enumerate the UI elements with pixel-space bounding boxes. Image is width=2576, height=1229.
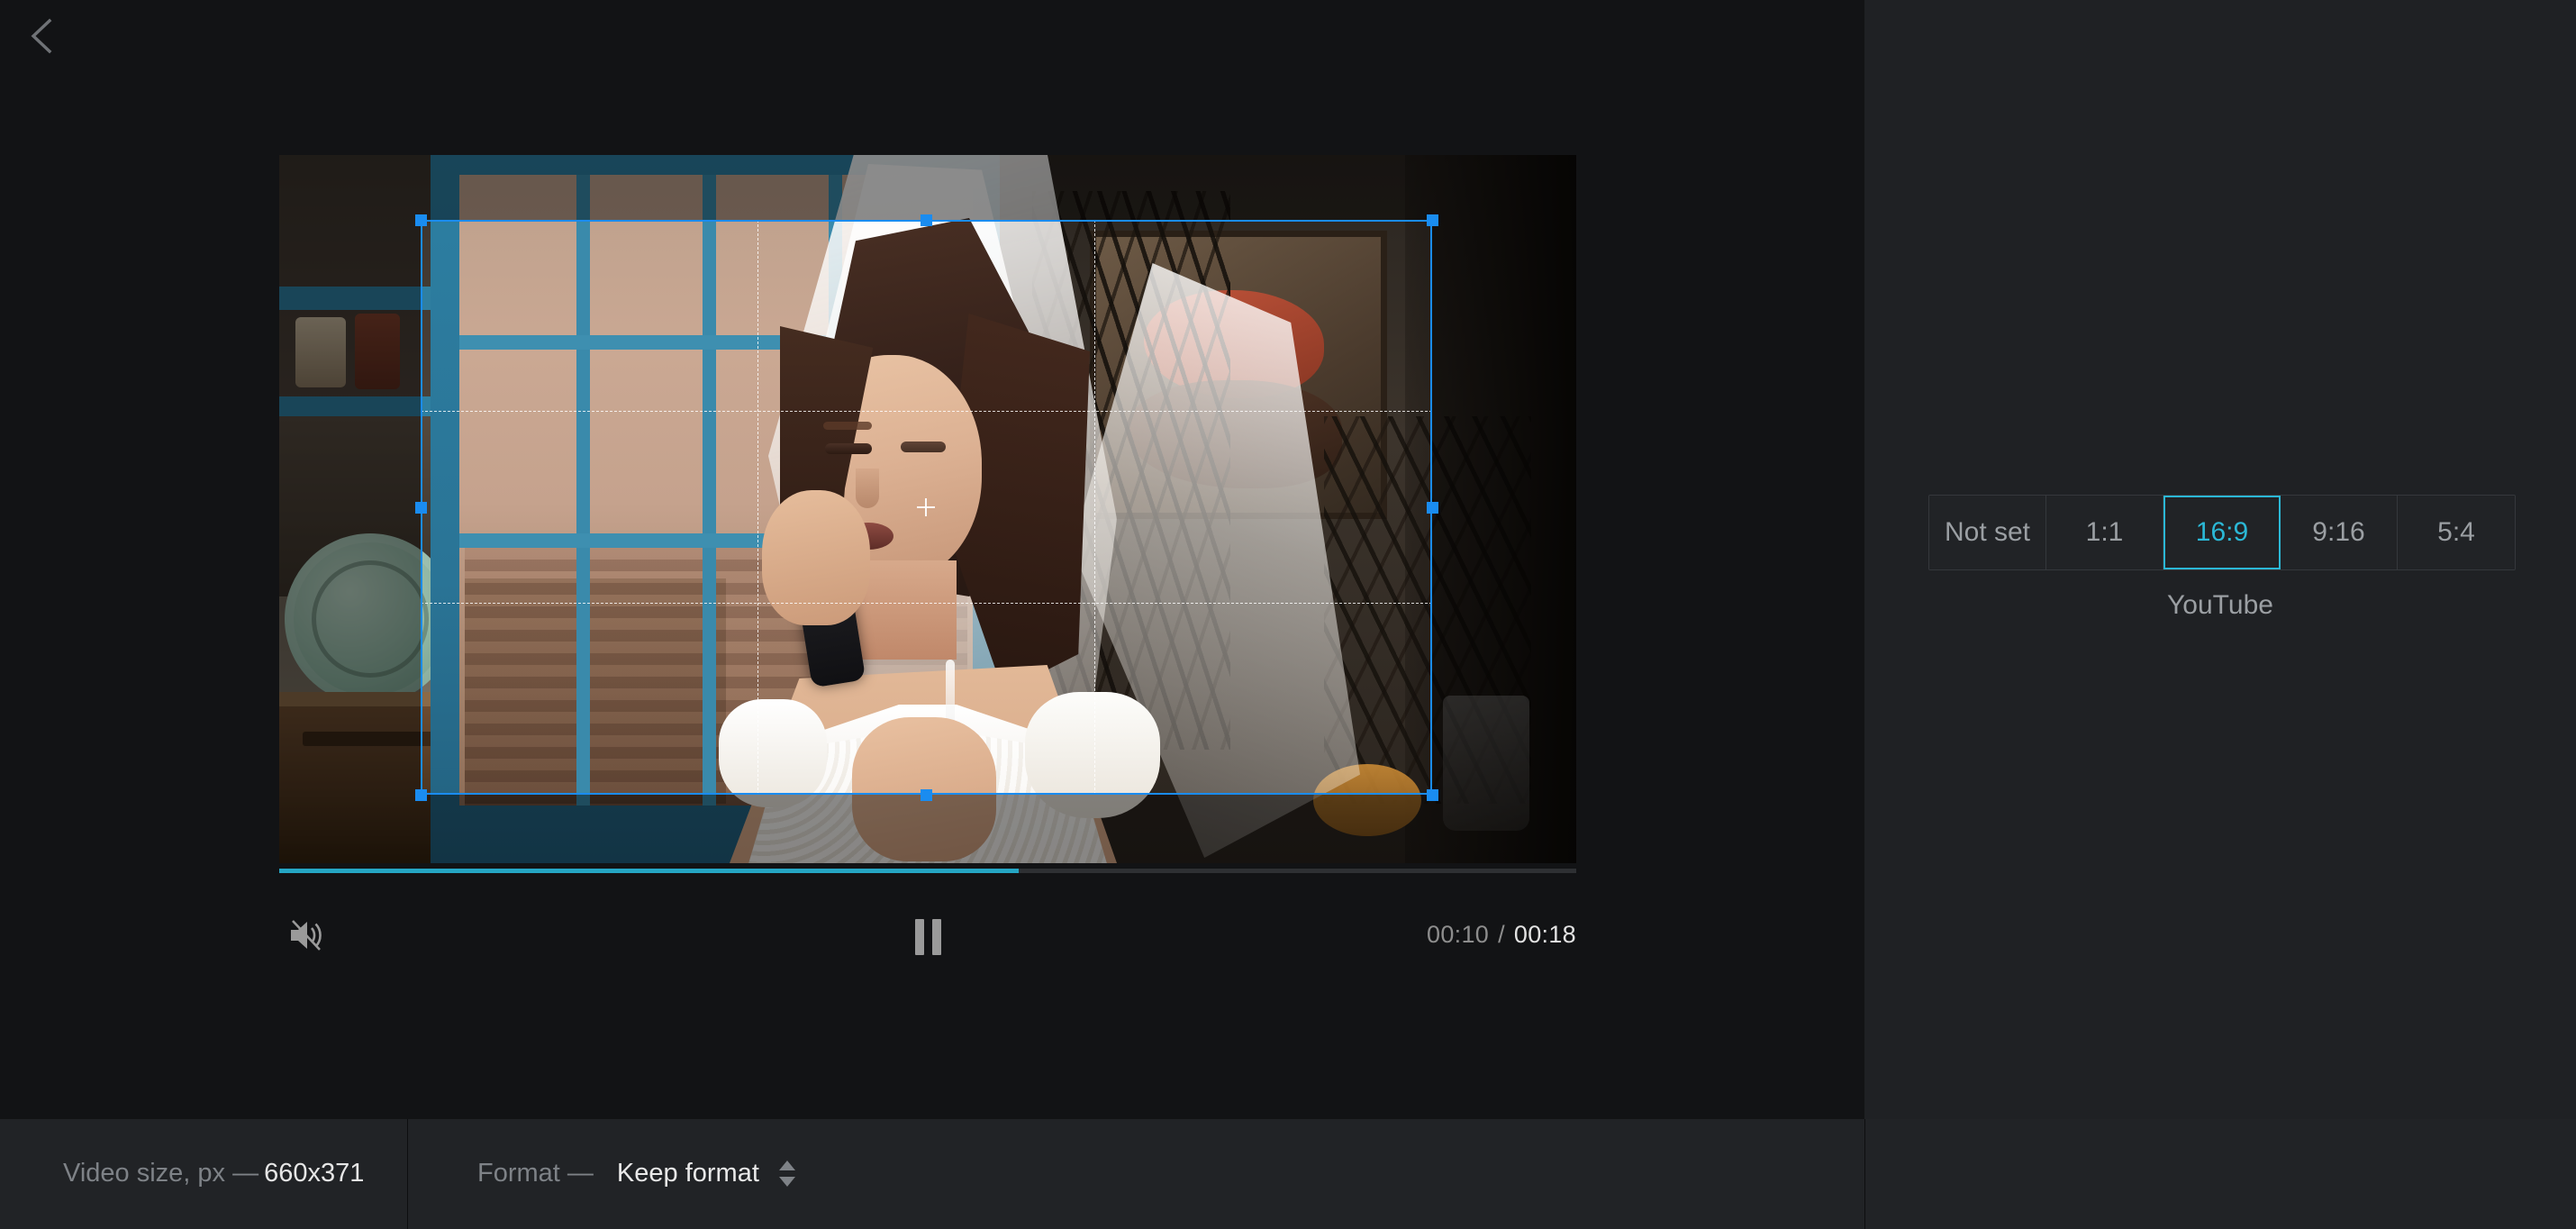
bottom-toolbar: Video size, px —660x371 Format — Keep for… [0,1119,2576,1229]
video-size-label: Video size, px — [63,1159,259,1188]
crop-handle-middle-right[interactable] [1427,502,1438,514]
crop-handle-top-left[interactable] [415,214,427,226]
video-progress-track[interactable] [279,869,1576,873]
mute-button[interactable] [279,910,333,964]
aspect-ratio-button-16-9[interactable]: 16:9 [2163,496,2281,569]
total-time: 00:18 [1513,921,1576,948]
crop-handle-top-center[interactable] [921,214,932,226]
speaker-muted-icon [287,916,325,959]
aspect-ratio-group: Not set 1:1 16:9 9:16 5:4 [1928,495,2516,570]
pause-button[interactable] [901,910,955,964]
crop-handle-bottom-left[interactable] [415,789,427,801]
format-selector[interactable]: Format — Keep format [477,1159,795,1188]
crop-handle-bottom-right[interactable] [1427,789,1438,801]
aspect-ratio-button-5-4[interactable]: 5:4 [2398,496,2515,569]
aspect-ratio-button-not-set[interactable]: Not set [1929,496,2046,569]
back-button[interactable] [13,7,70,65]
video-preview[interactable] [279,155,1576,863]
video-size-info: Video size, px —660x371 [63,1159,364,1188]
chevron-left-icon [26,16,57,56]
format-value: Keep format [616,1159,759,1188]
aspect-ratio-caption: YouTube [2167,590,2273,620]
video-crop-app: 00:10 / 00:18 Not set 1:1 16:9 9:16 5:4 YouTub… [0,0,2576,1229]
toolbar-divider-2 [1864,1119,1865,1229]
aspect-ratio-button-9-16[interactable]: 9:16 [2281,496,2398,569]
player-controls: 00:10 / 00:18 [279,901,1576,973]
toolbar-divider-1 [407,1119,408,1229]
aspect-ratio-button-1-1[interactable]: 1:1 [2046,496,2163,569]
video-progress-fill [279,869,1019,873]
time-display: 00:10 / 00:18 [1427,921,1576,949]
current-time: 00:10 [1427,921,1490,948]
video-size-value: 660x371 [264,1159,365,1188]
crop-handle-middle-left[interactable] [415,502,427,514]
format-label: Format — [477,1159,594,1188]
video-stage: 00:10 / 00:18 [0,0,1864,1119]
up-down-arrows-icon[interactable] [778,1161,795,1187]
crop-handle-top-right[interactable] [1427,214,1438,226]
pause-icon [914,919,941,955]
options-panel: Not set 1:1 16:9 9:16 5:4 YouTube [1864,0,2576,1119]
time-separator: / [1498,921,1505,948]
video-frame-content [279,155,1576,863]
crop-handle-bottom-center[interactable] [921,789,932,801]
